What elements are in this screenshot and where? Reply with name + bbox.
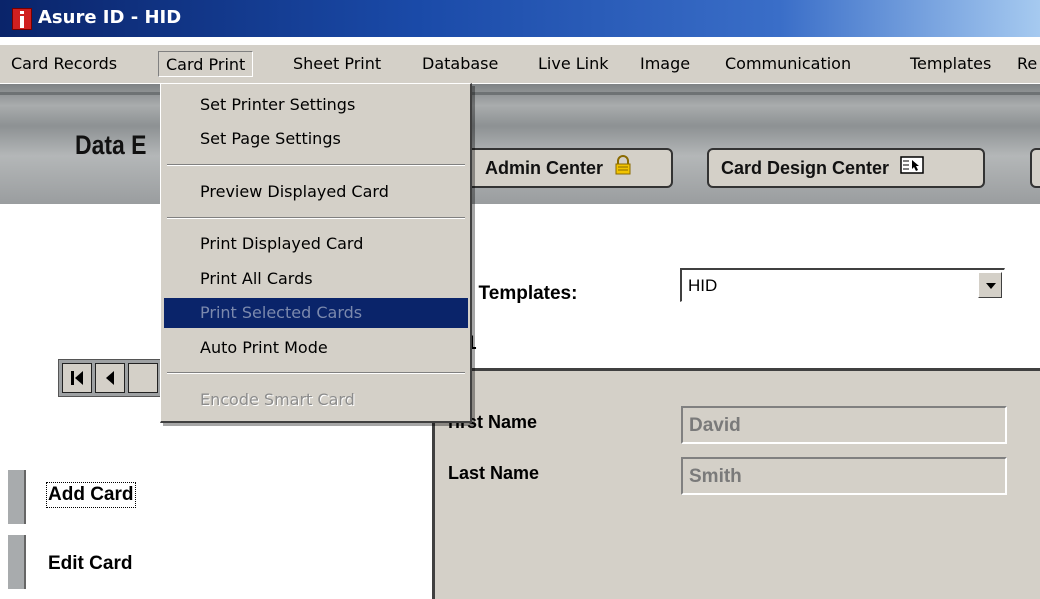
menu-item-set-printer-settings[interactable]: Set Printer Settings [164,90,468,120]
card-design-center-button[interactable]: Card Design Center [707,148,985,188]
menu-item-print-selected-cards[interactable]: Print Selected Cards [164,298,468,328]
page-title: Data E [75,130,147,160]
title-bar: Asure ID - HID [0,0,1040,37]
window-title: Asure ID - HID [38,7,182,28]
templates-select[interactable]: HID [680,268,1005,302]
card-design-center-label: Card Design Center [721,158,890,178]
first-icon [71,371,83,385]
menu-live-link[interactable]: Live Link [531,51,616,77]
templates-label: l Templates: [468,283,578,304]
menu-separator [167,164,465,166]
menu-templates[interactable]: Templates [903,51,998,77]
lock-icon [614,151,632,187]
menu-image[interactable]: Image [633,51,697,77]
last-name-label: Last Name [448,463,540,483]
header-button-partial[interactable] [1030,148,1040,188]
admin-center-label: Admin Center [485,158,604,178]
card-design-icon [900,151,924,187]
menu-separator [167,217,465,219]
menu-database[interactable]: Database [415,51,505,77]
app-icon [12,8,32,30]
edit-card-tab [8,535,26,589]
menu-reports[interactable]: Re [1010,51,1040,77]
menu-item-print-displayed-card[interactable]: Print Displayed Card [164,229,468,259]
chevron-down-icon[interactable] [978,272,1002,298]
previous-icon [106,371,114,385]
templates-value: HID [688,276,718,295]
record-nav-partial[interactable] [128,363,158,393]
menu-item-auto-print-mode[interactable]: Auto Print Mode [164,333,468,363]
menu-communication[interactable]: Communication [718,51,858,77]
card-print-menu: Set Printer Settings Set Page Settings P… [160,83,472,423]
first-record-button[interactable] [62,363,92,393]
previous-record-button[interactable] [95,363,125,393]
edit-card-button[interactable]: Edit Card [48,553,132,575]
last-name-field[interactable]: Smith [681,457,1007,495]
menu-bar: Card Records Card Print Sheet Print Data… [0,45,1040,83]
add-card-tab [8,470,26,524]
admin-center-button[interactable]: Admin Center [455,148,673,188]
menu-item-set-page-settings[interactable]: Set Page Settings [164,124,468,154]
menu-sheet-print[interactable]: Sheet Print [286,51,388,77]
menu-card-records[interactable]: Card Records [4,51,124,77]
record-navigator [58,359,168,397]
first-name-field[interactable]: David [681,406,1007,444]
header-stripe [0,92,1040,95]
menu-item-print-all-cards[interactable]: Print All Cards [164,264,468,294]
menu-separator [167,372,465,374]
menu-item-encode-smart-card[interactable]: Encode Smart Card [164,385,468,415]
menu-item-preview-displayed-card[interactable]: Preview Displayed Card [164,177,468,207]
menu-card-print[interactable]: Card Print [158,51,254,77]
add-card-button[interactable]: Add Card [46,482,136,508]
